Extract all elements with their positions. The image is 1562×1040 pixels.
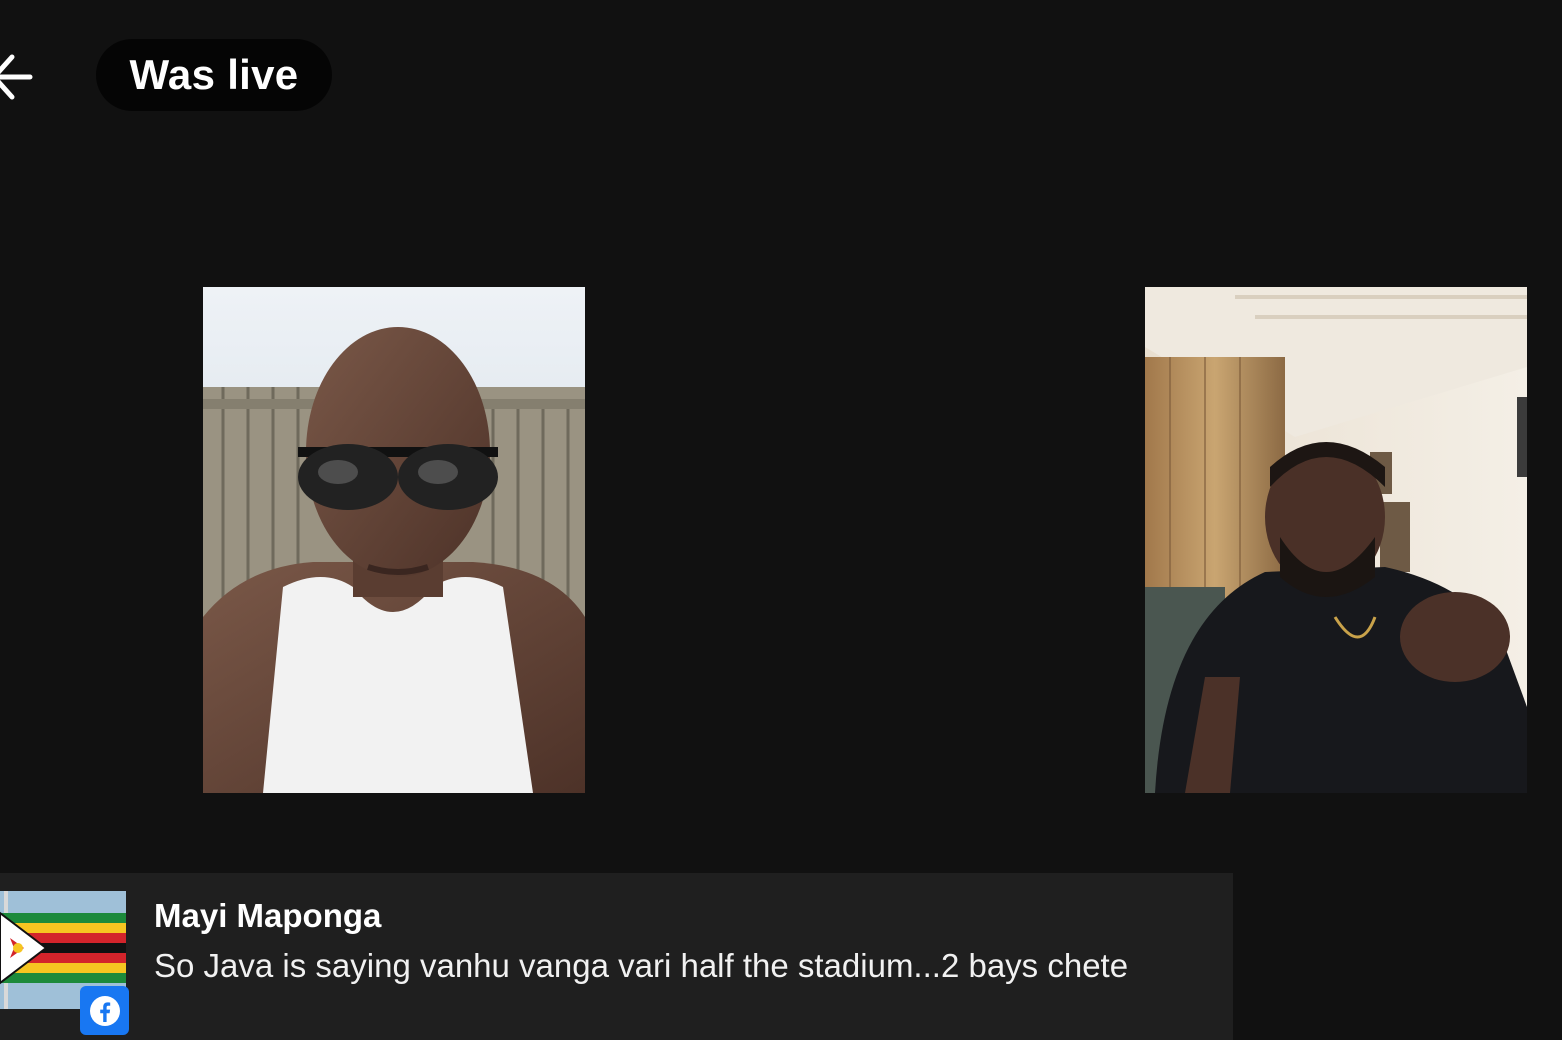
back-button[interactable] (0, 52, 34, 102)
arrow-left-icon (0, 54, 33, 100)
live-status-label: Was live (129, 51, 299, 98)
participant-video-left[interactable] (203, 287, 585, 793)
comment-text: So Java is saying vanhu vanga vari half … (154, 947, 1129, 984)
comment-author-name: Mayi Maponga (154, 897, 382, 934)
participant-video-left-frame (203, 287, 585, 793)
participant-video-right-frame (1145, 287, 1527, 793)
facebook-icon (80, 986, 129, 1035)
participant-video-right[interactable] (1145, 287, 1527, 793)
live-comment-bar: Mayi Maponga So Java is saying vanhu van… (0, 873, 1233, 1040)
live-status-badge: Was live (96, 39, 332, 111)
